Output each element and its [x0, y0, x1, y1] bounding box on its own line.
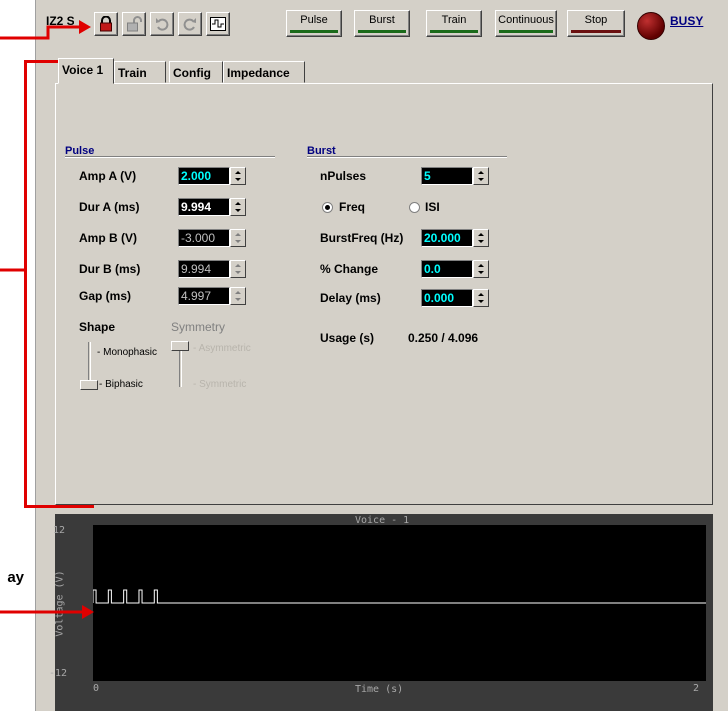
train-button[interactable]: Train	[426, 10, 482, 37]
usage-label: Usage (s)	[320, 331, 375, 345]
redo-icon	[183, 18, 196, 31]
scope-x-min: 0	[93, 683, 100, 694]
annotation-bracket	[24, 60, 94, 508]
npulses-label: nPulses	[320, 169, 367, 183]
scope-y-max: 12	[53, 525, 66, 536]
continuous-button[interactable]: Continuous	[495, 10, 557, 37]
dur-b-spinner[interactable]	[230, 260, 246, 278]
burst-button-label: Burst	[369, 14, 395, 26]
app-title: IZ2 Stim	[46, 14, 74, 28]
pulse-group-divider	[65, 156, 275, 158]
symmetry-slider-thumb[interactable]	[171, 341, 189, 351]
change-label: % Change	[320, 262, 379, 276]
burst-freq-input[interactable]: 20.000	[421, 229, 473, 247]
undo-button[interactable]	[150, 12, 174, 36]
delay-spinner[interactable]	[473, 289, 489, 307]
symmetric-label: Symmetric	[199, 379, 247, 390]
freq-radio[interactable]	[322, 202, 333, 213]
shape-option-monophasic: - Monophasic	[97, 347, 158, 358]
burst-button[interactable]: Burst	[354, 10, 410, 37]
redo-button[interactable]	[178, 12, 202, 36]
undo-icon	[156, 18, 169, 31]
isi-radio[interactable]	[409, 202, 420, 213]
continuous-button-label: Continuous	[498, 14, 554, 26]
busy-status: BUSY	[670, 14, 704, 28]
voice-tab-panel	[55, 83, 713, 505]
waveform-button[interactable]	[206, 12, 230, 36]
pulse-button-label: Pulse	[300, 14, 328, 26]
dur-a-spinner[interactable]	[230, 198, 246, 216]
stop-button[interactable]: Stop	[567, 10, 625, 37]
symmetry-option-asymmetric: - Asymmetric	[193, 343, 251, 354]
scope-title: Voice - 1	[355, 515, 410, 526]
gap-spinner[interactable]	[230, 287, 246, 305]
lock-icon	[100, 16, 112, 32]
stop-button-label: Stop	[584, 14, 608, 26]
scope-trace-svg	[92, 589, 706, 604]
train-button-label: Train	[441, 14, 467, 26]
delay-label: Delay (ms)	[320, 291, 381, 305]
tab-train[interactable]: Train	[114, 61, 166, 83]
scope-plot-area	[92, 525, 706, 681]
pulse-button[interactable]: Pulse	[286, 10, 342, 37]
voltage-trace	[92, 589, 706, 604]
annotation-label-text: ay	[7, 569, 24, 586]
usage-value: 0.250 / 4.096	[408, 331, 479, 345]
train-button-indicator	[430, 30, 478, 33]
burst-freq-spinner[interactable]	[473, 229, 489, 247]
pulse-button-indicator	[290, 30, 338, 33]
symmetry-option-symmetric: - Symmetric	[193, 379, 247, 390]
tab-impedance[interactable]: Impedance	[223, 61, 305, 83]
isi-radio-label: ISI	[425, 200, 440, 214]
freq-radio-label: Freq	[339, 200, 366, 214]
burst-group-divider	[307, 156, 507, 158]
tab-voice-1[interactable]: Voice 1	[58, 58, 114, 84]
stop-button-indicator	[571, 30, 621, 33]
gap-input[interactable]: 4.997	[178, 287, 230, 305]
burst-button-indicator	[358, 30, 406, 33]
scope-x-label: Time (s)	[355, 684, 404, 695]
amp-a-input[interactable]: 2.000	[178, 167, 230, 185]
amp-b-spinner[interactable]	[230, 229, 246, 247]
npulses-input[interactable]: 5	[421, 167, 473, 185]
scope-y-label: Voltage (V)	[54, 570, 66, 637]
asymmetric-label: Asymmetric	[198, 343, 251, 354]
burst-freq-label: BurstFreq (Hz)	[320, 231, 404, 245]
npulses-spinner[interactable]	[473, 167, 489, 185]
unlock-button[interactable]	[122, 12, 146, 36]
biphasic-label: Biphasic	[105, 379, 143, 390]
unlock-icon	[127, 16, 142, 32]
waveform-icon	[210, 17, 226, 31]
scope-y-min: -12	[49, 668, 68, 679]
scope-x-max: 2	[693, 683, 700, 694]
annotation-label: ay	[0, 569, 24, 586]
change-spinner[interactable]	[473, 260, 489, 278]
change-input[interactable]: 0.0	[421, 260, 473, 278]
amp-b-input[interactable]: -3.000	[178, 229, 230, 247]
continuous-button-indicator	[499, 30, 553, 33]
dur-a-input[interactable]: 9.994	[178, 198, 230, 216]
tab-config[interactable]: Config	[169, 61, 223, 83]
lock-button[interactable]	[94, 12, 118, 36]
symmetry-label: Symmetry	[171, 320, 225, 334]
shape-option-biphasic: - Biphasic	[99, 379, 143, 390]
monophasic-label: Monophasic	[103, 347, 158, 358]
amp-a-spinner[interactable]	[230, 167, 246, 185]
screenshot-page: IZ2 Stim Pulse Burst	[0, 0, 728, 711]
busy-indicator-knob	[637, 12, 665, 40]
dur-b-input[interactable]: 9.994	[178, 260, 230, 278]
delay-input[interactable]: 0.000	[421, 289, 473, 307]
